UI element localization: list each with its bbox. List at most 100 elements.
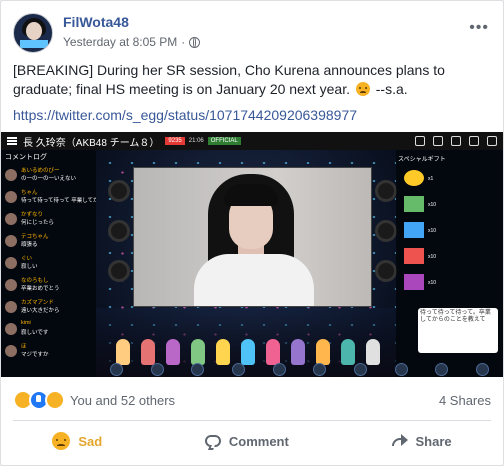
globe-icon[interactable]: [189, 36, 201, 48]
toolbar-icon: [231, 363, 245, 376]
stream-top-bar: 長 久玲奈（AKB48 チーム８） 9235 21:06 OFFICIAL: [1, 132, 503, 150]
post-message: [BREAKING] During her SR session, Cho Ku…: [13, 61, 491, 99]
comment-name: ちゃん: [21, 190, 38, 196]
stream-comment: ほマジですか: [3, 342, 94, 362]
avatar-face: [26, 22, 42, 40]
post-link[interactable]: https://twitter.com/s_egg/status/1071744…: [13, 107, 357, 123]
stream-toolbar: [96, 362, 503, 377]
toolbar-icon: [435, 363, 449, 376]
stream-comment: カズマアンド 遠い大きだから: [3, 298, 94, 318]
share-label: Share: [415, 433, 452, 449]
comment-name: かずなり: [21, 212, 44, 218]
comment-avatar: [5, 213, 17, 225]
stream-icon-2: [433, 136, 443, 146]
gift-count: x10: [428, 228, 437, 234]
comment-text: 寂しいです: [21, 330, 49, 336]
post-media-image[interactable]: 長 久玲奈（AKB48 チーム８） 9235 21:06 OFFICIAL コメ…: [1, 132, 503, 377]
comment-name: kimi: [21, 320, 31, 326]
comment-avatar: [5, 169, 17, 181]
stream-icon-1: [415, 136, 425, 146]
comment-avatar: [5, 279, 17, 291]
stream-top-icons: [415, 136, 497, 146]
comment-name: カズマアンド: [21, 300, 54, 306]
speaker-ring-right: [375, 220, 397, 242]
gift-count: x10: [428, 254, 437, 260]
comment-icon: [204, 435, 221, 447]
comment-text: 何にじったら: [21, 220, 55, 226]
time-badge: 21:06: [188, 138, 204, 144]
reaction-summary[interactable]: You and 52 others: [13, 390, 175, 410]
gift-count: x1: [428, 176, 434, 182]
toolbar-icon: [353, 363, 367, 376]
wow-reaction-icon: [45, 390, 65, 410]
speaker-ring-left: [108, 180, 130, 202]
comment-avatar: [5, 323, 17, 335]
gift-icon: [404, 222, 424, 238]
stream-comment: テコちゃん 頑張る: [3, 232, 94, 252]
post-text-line2: graduate; final HS meeting is on January…: [13, 80, 491, 99]
share-button[interactable]: Share: [391, 433, 452, 449]
stream-comment: ちゃん 待って待って待って 卒業してからのこと: [3, 188, 121, 208]
sad-emoji-icon: [355, 82, 370, 96]
toolbar-icon: [272, 363, 286, 376]
stream-title: 長 久玲奈（AKB48 チーム８）: [23, 137, 160, 149]
meta-separator: ·: [181, 35, 186, 49]
post-text-line1: [BREAKING] During her SR session, Cho Ku…: [13, 62, 445, 78]
speaker-ring-right: [375, 260, 397, 282]
comment-log-title: コメントログ: [5, 154, 47, 161]
speaker-ring-left: [108, 220, 130, 242]
comment-button[interactable]: Comment: [204, 433, 289, 449]
stream-stage: [96, 150, 397, 377]
streamer-video: [133, 167, 372, 307]
gift-icon: [404, 248, 424, 264]
gift-panel-title: スペシャルギフト: [398, 157, 446, 163]
comment-label: Comment: [228, 433, 289, 449]
toolbar-icon: [394, 363, 408, 376]
gift-count: x10: [428, 280, 437, 286]
post-timestamp[interactable]: Yesterday at 8:05 PM: [63, 35, 177, 49]
comment-text: マジですか: [21, 352, 49, 358]
page-avatar[interactable]: [13, 13, 53, 53]
sad-reaction-button[interactable]: Sad: [52, 432, 102, 450]
stream-comment: かずなり何にじったら: [3, 210, 94, 230]
stream-comment: kimi 寂しいです: [3, 320, 94, 340]
official-badge: OFFICIAL: [207, 137, 241, 145]
more-options-icon[interactable]: •••: [469, 19, 489, 37]
post-header: FilWota48 Yesterday at 8:05 PM · •••: [13, 13, 493, 57]
comment-name: ほ: [21, 344, 27, 350]
gift-icon: [404, 196, 424, 212]
reactions-count-text[interactable]: You and 52 others: [70, 393, 175, 408]
comment-bubble: 待って待って待って。卒業してからのことを教えて: [418, 308, 498, 353]
sad-face-icon: [52, 432, 71, 450]
menu-icon: [7, 137, 17, 145]
toolbar-icon: [150, 363, 164, 376]
stream-icon-5: [487, 136, 497, 146]
stream-comment: ぐい 寂しい: [3, 254, 94, 274]
streamer-sweater: [194, 254, 314, 306]
post-text-line2-part2: --s.a.: [375, 81, 408, 97]
gift-icon: [404, 274, 424, 290]
comment-log-panel: コメントログ あいるめのびー の一の一の一いえない ちゃん 待って待って待って 卒業…: [1, 150, 121, 377]
speaker-ring-right: [375, 180, 397, 202]
page-name-link[interactable]: FilWota48: [63, 14, 129, 30]
gift-count: x10: [428, 202, 437, 208]
post-card: FilWota48 Yesterday at 8:05 PM · ••• [BR…: [0, 0, 504, 466]
share-icon: [391, 434, 408, 448]
toolbar-icon: [313, 363, 327, 376]
comment-avatar: [5, 257, 17, 269]
special-gift-panel: スペシャルギフト x1 x10 x10 x10 x10 待って待って待って。卒業…: [396, 150, 503, 377]
speaker-ring-left: [108, 260, 130, 282]
shares-count[interactable]: 4 Shares: [439, 393, 491, 408]
comment-text: 寂しい: [21, 264, 38, 270]
toolbar-icon: [109, 363, 123, 376]
comment-name: テコちゃん: [21, 234, 49, 240]
comment-name: あいるめのびー: [21, 168, 60, 174]
comment-text: 遠い大きだから: [21, 308, 60, 314]
action-bar: Sad Comment Share: [1, 425, 503, 457]
viewer-badge: 9235: [165, 137, 185, 145]
streamer-bangs: [224, 184, 278, 206]
comment-avatar: [5, 235, 17, 247]
comment-avatar: [5, 345, 17, 357]
stream-comment: なのろもし 卒業おめでとう: [3, 276, 94, 296]
toolbar-icon: [476, 363, 490, 376]
